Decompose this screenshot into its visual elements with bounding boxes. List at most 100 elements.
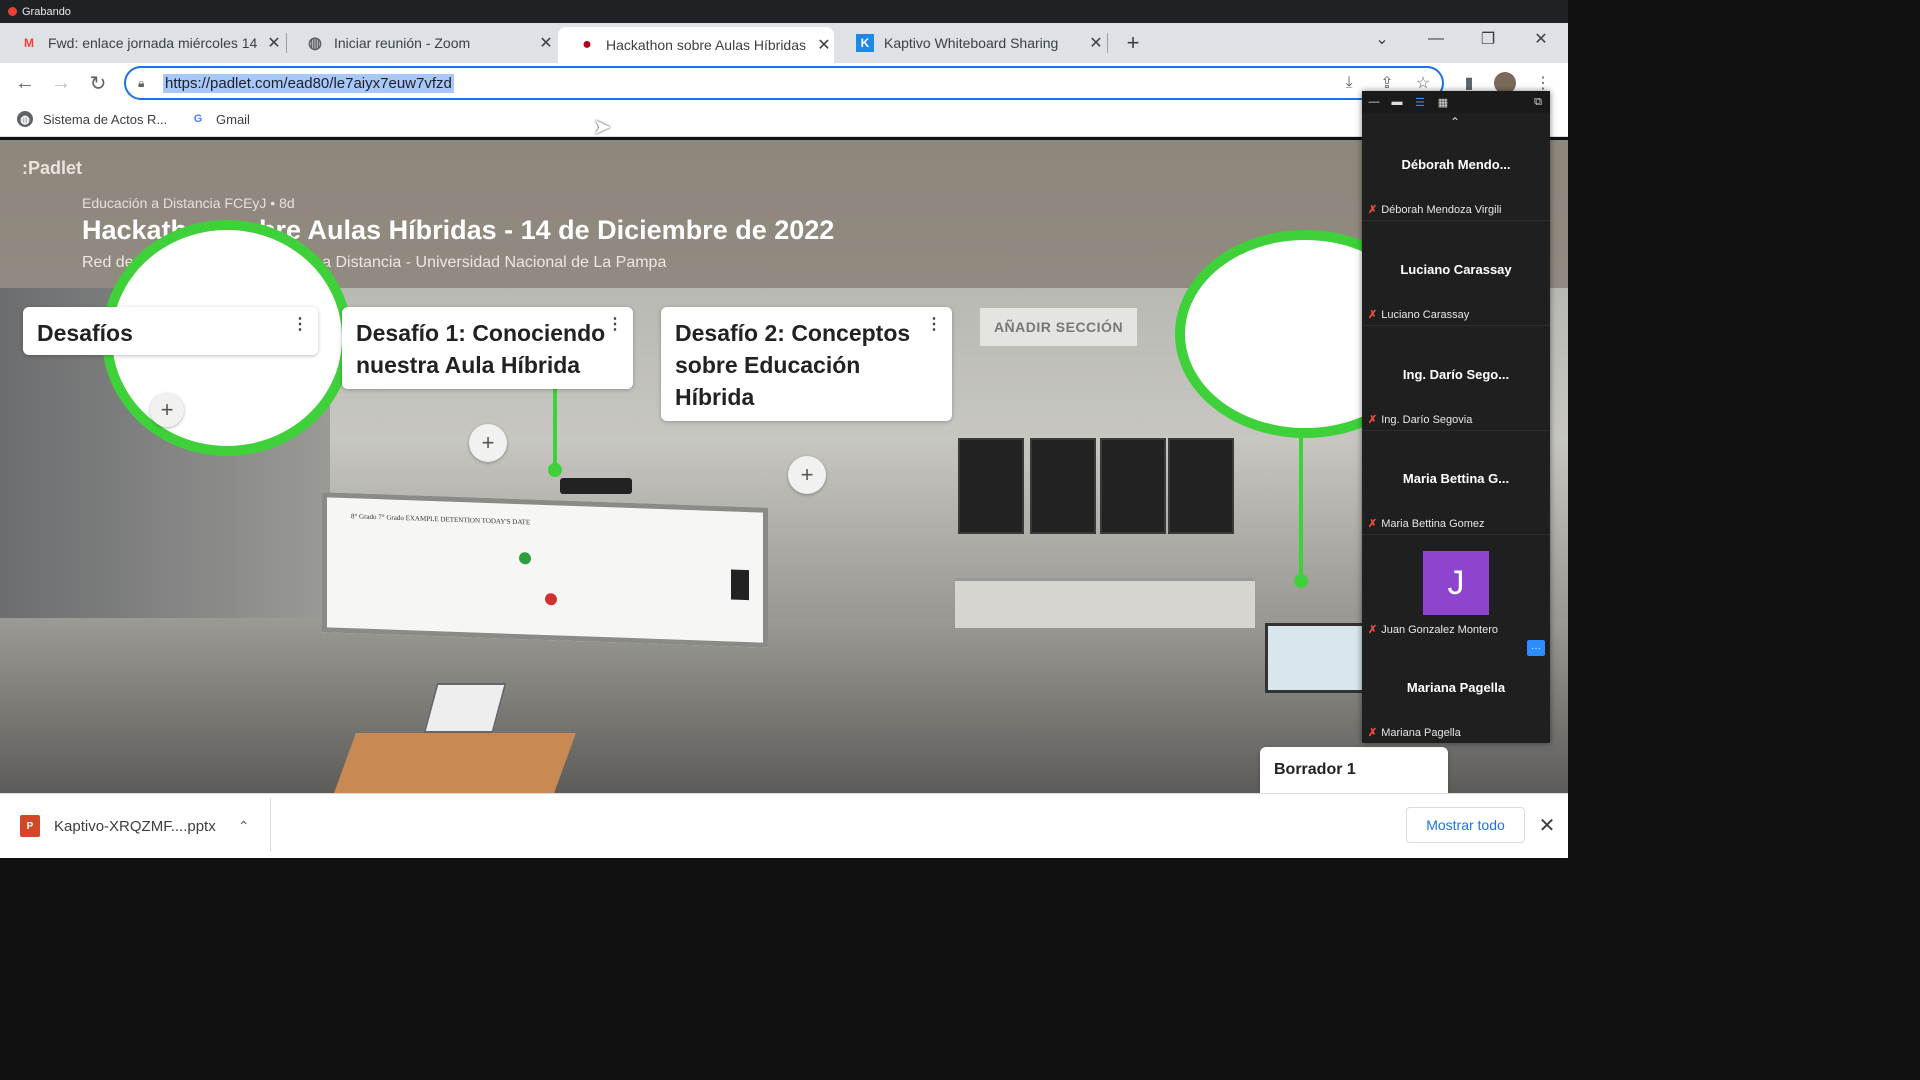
section-title: Desafío 2: Conceptos sobre Educación Híb… — [675, 320, 911, 410]
close-tab-icon[interactable]: ✕ — [264, 33, 284, 53]
reload-icon[interactable]: ↻ — [81, 63, 115, 103]
powerpoint-file-icon: P — [20, 815, 40, 837]
speaker-view-icon[interactable]: ▬ — [1391, 96, 1403, 108]
chalkboard — [1100, 438, 1166, 534]
participant-tile[interactable]: Luciano Carassay ✗ Luciano Carassay — [1362, 222, 1550, 326]
muted-mic-icon: ✗ — [1368, 414, 1378, 426]
google-icon: G — [193, 113, 203, 125]
tab-title: Kaptivo Whiteboard Sharing — [884, 35, 1059, 51]
minimize-panel-icon[interactable]: — — [1368, 96, 1380, 108]
draft-title: Borrador 1 — [1274, 761, 1356, 778]
bookmark-sistema[interactable]: ◍ Sistema de Actos R... — [17, 103, 167, 135]
globe-icon: ◍ — [308, 35, 322, 52]
globe-icon: ◍ — [17, 111, 33, 127]
chalkboard — [1030, 438, 1096, 534]
muted-mic-icon: ✗ — [1368, 309, 1378, 321]
laptop — [423, 683, 507, 733]
install-app-icon[interactable]: ⤓ — [1338, 72, 1360, 94]
bookmark-label: Sistema de Actos R... — [43, 111, 168, 127]
minimize-button[interactable]: — — [1416, 23, 1456, 55]
close-download-bar-icon[interactable]: ✕ — [1537, 813, 1557, 837]
show-all-button[interactable]: Mostrar todo — [1406, 807, 1525, 843]
close-tab-icon[interactable]: ✕ — [536, 33, 556, 53]
connector-line — [553, 388, 557, 470]
section-menu-icon[interactable]: ⋮ — [926, 317, 942, 333]
close-tab-icon[interactable]: ✕ — [814, 35, 834, 55]
add-post-button[interactable]: + — [150, 393, 184, 427]
connector-dot — [548, 463, 562, 477]
participant-tile[interactable]: Ing. Darío Sego... ✗ Ing. Darío Segovia — [1362, 327, 1550, 431]
projector — [560, 478, 632, 494]
padlet-page: :Padlet Educación a Distancia FCEyJ • 8d… — [0, 140, 1568, 793]
gmail-icon: M — [24, 36, 34, 50]
add-post-button[interactable]: + — [469, 424, 507, 462]
participant-tile[interactable]: Maria Bettina G... ✗ Maria Bettina Gomez — [1362, 431, 1550, 535]
participant-display-name: Luciano Carassay — [1400, 262, 1512, 277]
section-title: Desafíos — [37, 320, 133, 346]
muted-mic-icon: ✗ — [1368, 624, 1378, 636]
tab-title: Hackathon sobre Aulas Híbridas — [606, 37, 806, 53]
participant-display-name: Maria Bettina G... — [1402, 471, 1510, 486]
section-menu-icon[interactable]: ⋮ — [607, 317, 623, 333]
padlet-logo[interactable]: :Padlet — [22, 158, 82, 179]
tab-search-icon[interactable]: ⌄ — [1362, 23, 1402, 55]
connector-line — [1299, 436, 1303, 576]
back-arrow-icon[interactable]: ← — [8, 63, 42, 103]
tab-padlet[interactable]: ● Hackathon sobre Aulas Híbridas ✕ — [558, 27, 834, 63]
participant-name: Ing. Darío Segovia — [1381, 413, 1473, 426]
add-section-button[interactable]: AÑADIR SECCIÓN — [980, 308, 1137, 346]
tab-kaptivo[interactable]: K Kaptivo Whiteboard Sharing ✕ — [836, 23, 1106, 63]
participant-tile[interactable]: Mariana Pagella ✗ Mariana Pagella — [1362, 640, 1550, 743]
tab-title: Iniciar reunión - Zoom — [334, 35, 471, 51]
section-title: Desafío 1: Conociendo nuestra Aula Híbri… — [356, 320, 606, 378]
section-desafios[interactable]: Desafíos ⋮ — [23, 307, 318, 355]
participant-name: Luciano Carassay — [1381, 308, 1470, 321]
download-separator — [270, 798, 271, 852]
tab-zoom[interactable]: ◍ Iniciar reunión - Zoom ✕ — [286, 23, 556, 63]
chevron-up-icon[interactable]: ⌃ — [238, 818, 250, 835]
record-dot-icon — [8, 7, 17, 16]
new-tab-button[interactable]: + — [1113, 27, 1153, 59]
participant-name: Mariana Pagella — [1381, 726, 1461, 739]
lock-icon: 🔒︎ — [138, 75, 145, 90]
bookmark-gmail[interactable]: G Gmail — [190, 103, 250, 135]
participant-display-name: Mariana Pagella — [1406, 680, 1506, 695]
participant-avatar: J — [1423, 551, 1489, 615]
strip-view-icon[interactable]: ☰ — [1414, 96, 1426, 109]
restore-button[interactable]: ❐ — [1468, 23, 1508, 55]
url-text[interactable]: https://padlet.com/ead80/le7aiyx7euw7vfz… — [163, 73, 454, 93]
download-filename: Kaptivo-XRQZMF....pptx — [54, 817, 216, 835]
download-item[interactable]: P Kaptivo-XRQZMF....pptx ⌃ — [20, 808, 249, 844]
bookshelf — [955, 578, 1255, 628]
recording-label: Grabando — [22, 5, 71, 18]
wall-monitor — [1265, 623, 1365, 693]
section-menu-icon[interactable]: ⋮ — [292, 317, 308, 333]
participant-display-name: Ing. Darío Sego... — [1402, 367, 1510, 382]
section-desafio-2[interactable]: Desafío 2: Conceptos sobre Educación Híb… — [661, 307, 952, 421]
add-post-button[interactable]: + — [788, 456, 826, 494]
recording-indicator: Grabando — [0, 0, 1568, 23]
zoom-gallery-panel: — ▬ ☰ ▦ ⧉ ⌃ Déborah Mendo... ✗ Déborah Me… — [1362, 91, 1550, 743]
gallery-view-icon[interactable]: ▦ — [1437, 96, 1449, 109]
forward-arrow-icon[interactable]: → — [44, 63, 78, 103]
participant-name: Déborah Mendoza Virgili — [1381, 203, 1502, 216]
participant-tile[interactable]: Déborah Mendo... ✗ Déborah Mendoza Virgil… — [1362, 117, 1550, 221]
exit-floating-icon[interactable]: ⧉ — [1532, 96, 1544, 108]
participant-name: Juan Gonzalez Montero — [1381, 623, 1499, 636]
section-desafio-1[interactable]: Desafío 1: Conociendo nuestra Aula Híbri… — [342, 307, 633, 389]
draft-post[interactable]: Borrador 1 — [1260, 747, 1448, 793]
close-tab-icon[interactable]: ✕ — [1086, 33, 1106, 53]
teacher-desk — [334, 733, 576, 793]
chalkboard — [958, 438, 1024, 534]
zoom-panel-toolbar: — ▬ ☰ ▦ ⧉ — [1362, 91, 1550, 113]
whiteboard: 8° Grado 7° Grado EXAMPLE DETENTION TODA… — [322, 492, 768, 648]
muted-mic-icon: ✗ — [1368, 204, 1378, 216]
padlet-icon: ● — [582, 36, 592, 53]
chalkboard — [1168, 438, 1234, 534]
address-bar[interactable]: 🔒︎ https://padlet.com/ead80/le7aiyx7euw7… — [124, 66, 1444, 100]
connector-dot — [1294, 574, 1308, 588]
bookmark-label: Gmail — [216, 111, 250, 127]
tab-gmail[interactable]: M Fwd: enlace jornada miércoles 14 ✕ — [0, 23, 284, 63]
close-window-button[interactable]: ✕ — [1521, 23, 1561, 55]
muted-mic-icon: ✗ — [1368, 727, 1378, 739]
